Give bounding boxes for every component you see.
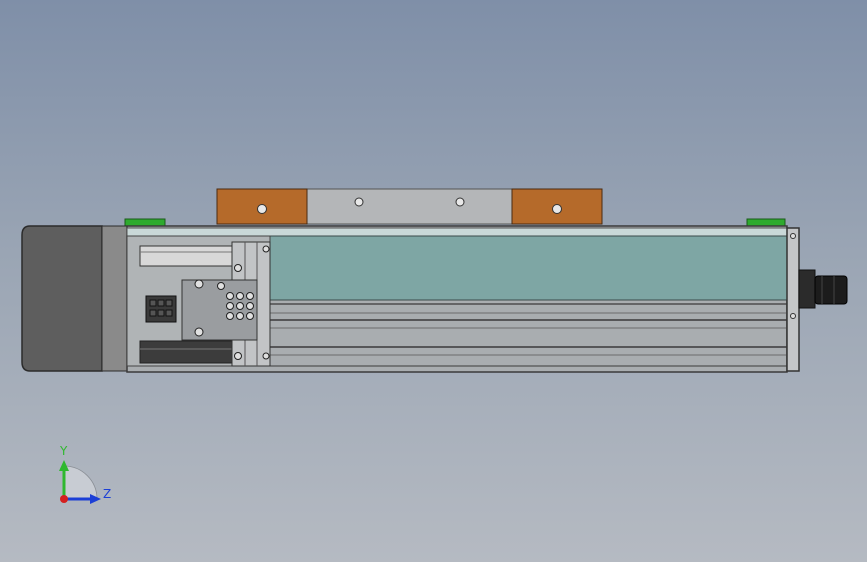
end-cap-right <box>746 218 786 227</box>
view-orientation-triad: Y Z <box>59 444 111 504</box>
connector-nut <box>798 269 816 309</box>
mounting-hole <box>552 204 562 214</box>
connector-body <box>814 275 848 305</box>
y-axis-arrow <box>59 460 69 471</box>
carriage-plate <box>306 188 513 225</box>
y-axis-label: Y <box>59 444 68 458</box>
motor-body <box>21 225 103 372</box>
end-plate-screw <box>790 313 796 319</box>
z-axis-label: Z <box>103 487 111 501</box>
rail-top-strip <box>126 227 788 237</box>
guide-rod-lower <box>139 340 236 364</box>
rail-cover <box>269 235 788 301</box>
mounting-hole <box>354 197 364 207</box>
end-cap-left <box>124 218 166 227</box>
end-plate-screw <box>790 233 796 239</box>
cable-connector[interactable] <box>798 269 848 309</box>
triad-origin <box>60 495 68 503</box>
carriage[interactable] <box>216 188 603 225</box>
mounting-hole <box>257 204 267 214</box>
end-plate-right <box>786 227 800 372</box>
motor-flange <box>101 225 128 372</box>
coupling-mechanism[interactable] <box>126 235 271 367</box>
motor[interactable] <box>21 225 128 372</box>
mounting-hole <box>455 197 465 207</box>
guide-rod-upper <box>139 245 236 267</box>
cad-viewport[interactable]: Y Z <box>0 0 867 562</box>
